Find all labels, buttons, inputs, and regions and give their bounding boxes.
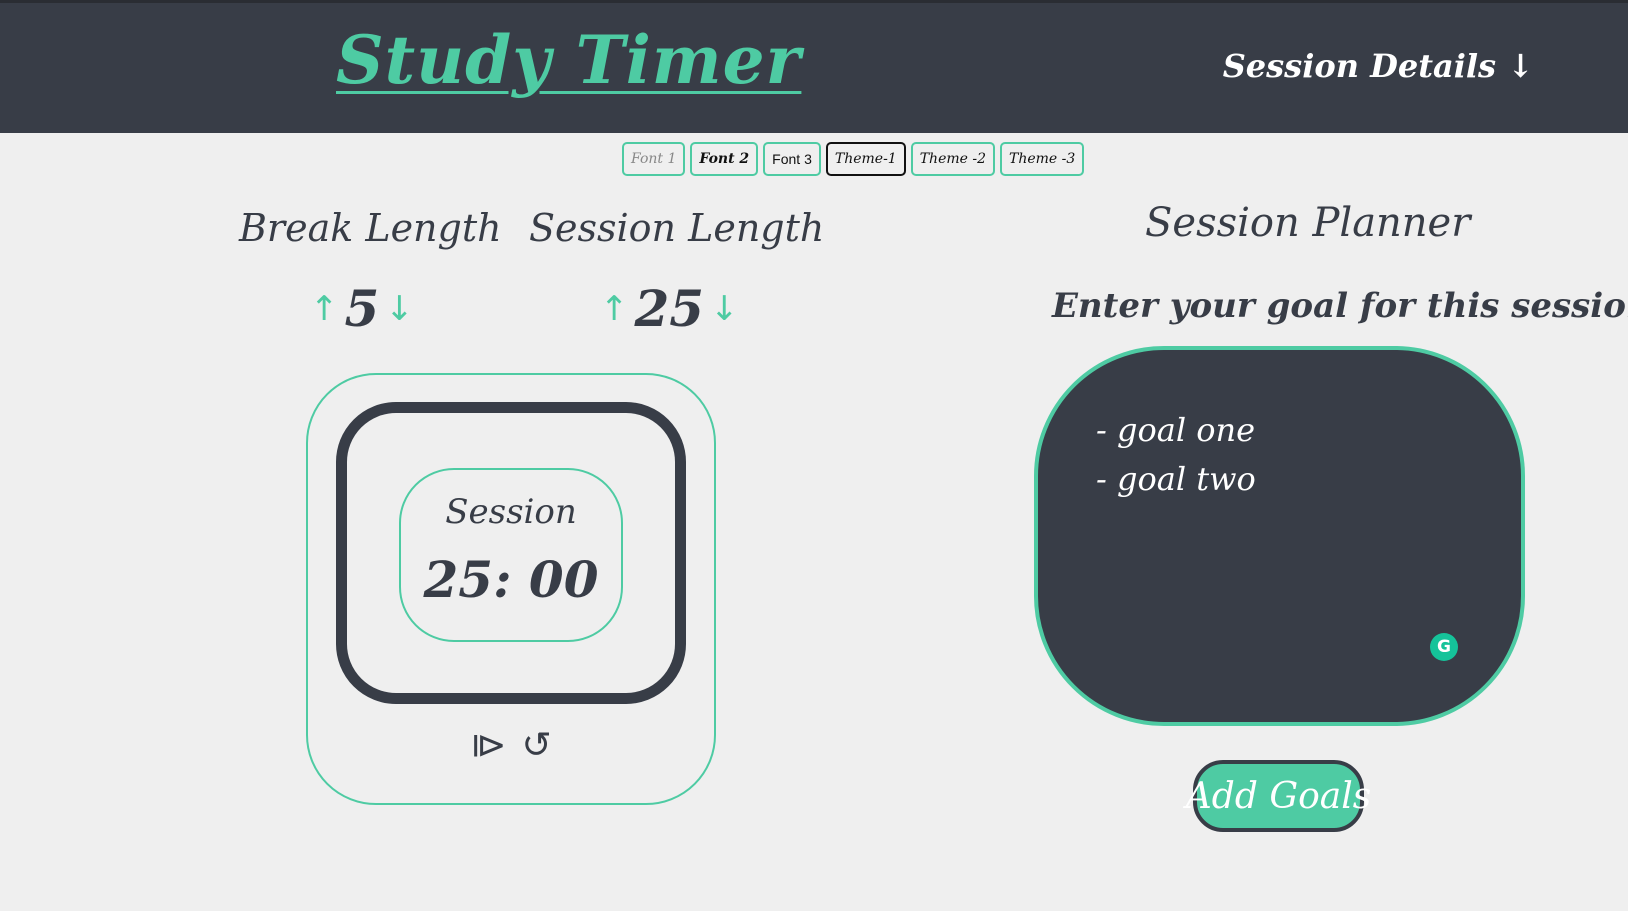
add-goals-button[interactable]: Add Goals [1186, 760, 1371, 832]
session-details-toggle[interactable]: Session Details ↓ [1223, 47, 1534, 85]
font-theme-switcher: Font 1 Font 2 Font 3 Theme-1 Theme -2 Th… [622, 142, 1085, 176]
timer-controls: ⧐ ↺ [308, 725, 714, 766]
play-pause-icon[interactable]: ⧐ [470, 725, 506, 766]
goal-prompt: Enter your goal for this session [1052, 286, 1628, 326]
session-planner-title: Session Planner [1145, 200, 1471, 246]
font-1-button[interactable]: Font 1 [622, 142, 686, 176]
font-2-button[interactable]: Font 2 [690, 142, 759, 176]
goal-line: - goal one [1096, 411, 1256, 449]
break-length-label: Break Length [239, 206, 502, 250]
break-increment-icon[interactable]: ↑ [310, 292, 339, 326]
theme-2-button[interactable]: Theme -2 [910, 142, 996, 176]
timer-ring: Session 25: 00 [336, 402, 686, 704]
session-length-label: Session Length [529, 206, 825, 250]
break-length-counter: ↑ 5 ↓ [310, 284, 414, 334]
goals-textarea[interactable]: - goal one - goal two [1034, 346, 1525, 726]
app-title[interactable]: Study Timer [336, 21, 801, 99]
session-increment-icon[interactable]: ↑ [600, 292, 629, 326]
timer-display: Session 25: 00 [399, 468, 623, 642]
theme-1-button[interactable]: Theme-1 [825, 142, 906, 176]
timer-label: Session [445, 492, 577, 532]
grammarly-icon[interactable]: G [1430, 633, 1458, 661]
session-decrement-icon[interactable]: ↓ [710, 292, 739, 326]
reset-icon[interactable]: ↺ [522, 725, 552, 766]
break-length-value: 5 [344, 279, 380, 338]
timer-value: 25: 00 [423, 550, 599, 609]
break-decrement-icon[interactable]: ↓ [385, 292, 414, 326]
goal-line: - goal two [1096, 460, 1256, 498]
app-header: Study Timer Session Details ↓ [0, 0, 1628, 133]
font-3-button[interactable]: Font 3 [763, 142, 821, 176]
study-timer-page: Study Timer Session Details ↓ Font 1 Fon… [0, 0, 1628, 911]
theme-3-button[interactable]: Theme -3 [1000, 142, 1085, 176]
session-length-value: 25 [634, 279, 705, 338]
session-length-counter: ↑ 25 ↓ [600, 284, 739, 334]
timer-panel: Session 25: 00 ⧐ ↺ [306, 373, 716, 805]
